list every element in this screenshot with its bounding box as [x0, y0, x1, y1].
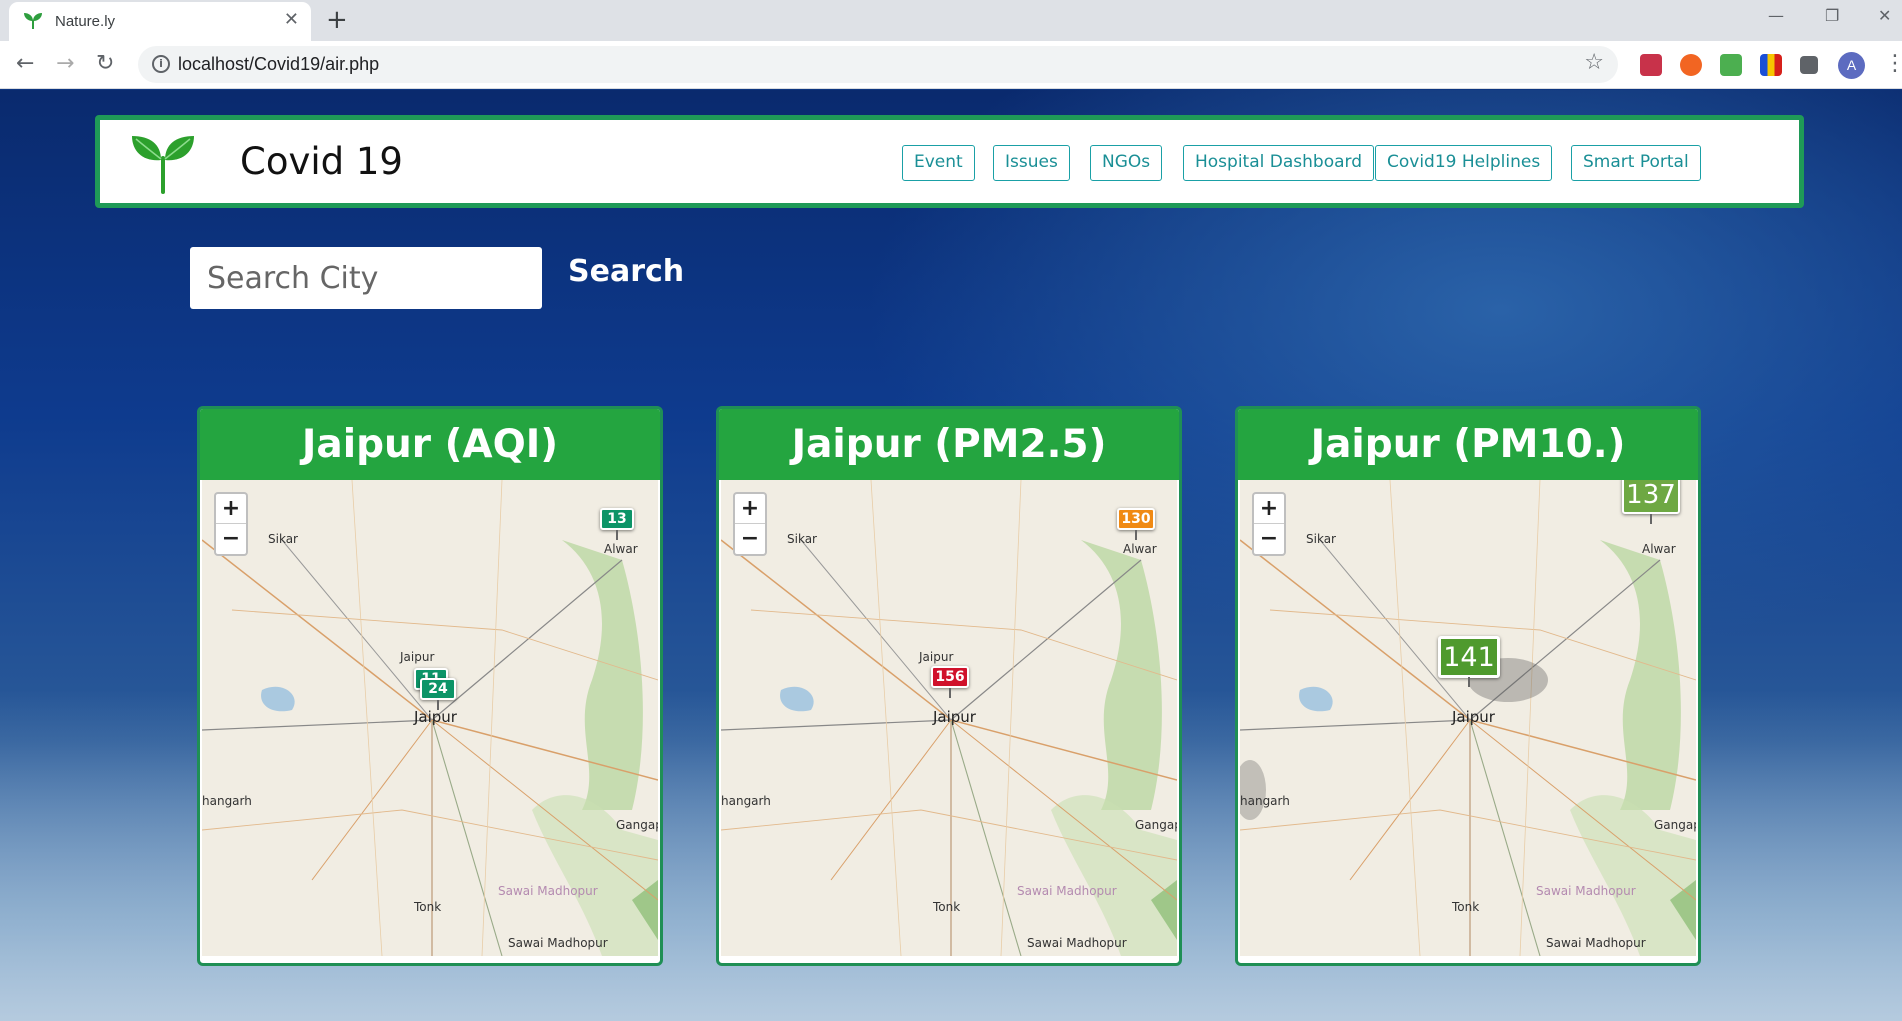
- map-view[interactable]: + − Sikar Alwar Jaipur Jaipur hangarh Ga…: [721, 480, 1177, 956]
- back-icon[interactable]: ←: [16, 49, 34, 79]
- card-title: Jaipur (PM2.5): [719, 409, 1179, 480]
- place-label: Sawai Madhopur: [1546, 936, 1646, 950]
- place-label: Sikar: [1306, 532, 1336, 546]
- reload-icon[interactable]: ↻: [96, 49, 114, 79]
- tab-title: Nature.ly: [55, 13, 116, 30]
- browser-tab[interactable]: Nature.ly ✕: [9, 2, 311, 41]
- pm25-marker[interactable]: 130: [1117, 508, 1155, 540]
- place-label: Gangap: [1654, 818, 1696, 832]
- zoom-out-button[interactable]: −: [1254, 524, 1284, 554]
- restore-icon[interactable]: ❐: [1825, 6, 1839, 25]
- map-card-aqi: Jaipur (AQI) + − Sikar Alwar Jaipur Jaip…: [197, 406, 663, 966]
- nav-link-smart-portal[interactable]: Smart Portal: [1571, 145, 1701, 181]
- extensions-puzzle-icon[interactable]: [1800, 56, 1818, 74]
- place-label: Sikar: [268, 532, 298, 546]
- place-label: Sawai Madhopur: [508, 936, 608, 950]
- place-label: Jaipur: [919, 650, 954, 664]
- search-button[interactable]: Search: [568, 254, 684, 289]
- map-view[interactable]: + − Sikar Alwar Jaipur Jaipur hangarh Ga…: [202, 480, 658, 956]
- browser-toolbar: ← → ↻ i localhost/Covid19/air.php ☆ A ⋮: [0, 41, 1902, 89]
- place-label: Sawai Madhopur: [1027, 936, 1127, 950]
- nav-link-issues[interactable]: Issues: [993, 145, 1070, 181]
- zoom-out-button[interactable]: −: [216, 524, 246, 554]
- place-label: hangarh: [721, 794, 771, 808]
- nav-link-covid19-helplines[interactable]: Covid19 Helplines: [1375, 145, 1553, 181]
- card-title: Jaipur (AQI): [200, 409, 660, 480]
- place-label: Tonk: [414, 900, 442, 914]
- extension-green-icon[interactable]: [1720, 54, 1742, 76]
- place-label: Alwar: [1642, 542, 1676, 556]
- zoom-control: + −: [214, 492, 248, 556]
- pm10-marker[interactable]: 141: [1438, 636, 1500, 687]
- aqi-marker[interactable]: 24: [420, 678, 456, 710]
- pm25-marker[interactable]: 156: [931, 666, 969, 698]
- forward-icon[interactable]: →: [56, 49, 74, 79]
- extension-flag-icon[interactable]: [1760, 54, 1782, 76]
- place-label: hangarh: [1240, 794, 1290, 808]
- map-view[interactable]: + − Sikar Alwar Jaipur hangarh Gangap Sa…: [1240, 480, 1696, 956]
- card-title: Jaipur (PM10.): [1238, 409, 1698, 480]
- aqi-marker[interactable]: 13: [600, 508, 634, 540]
- place-label: Jaipur: [1452, 708, 1495, 726]
- place-label: Gangap: [1135, 818, 1177, 832]
- nav-link-ngos[interactable]: NGOs: [1090, 145, 1163, 181]
- address-bar[interactable]: i localhost/Covid19/air.php ☆: [138, 46, 1618, 83]
- page-background: Covid 19 Event Issues NGOs Hospital Dash…: [0, 90, 1902, 1021]
- place-label: Tonk: [1452, 900, 1480, 914]
- place-label: Sawai Madhopur: [498, 884, 598, 898]
- brand-title[interactable]: Covid 19: [240, 140, 403, 183]
- zoom-out-button[interactable]: −: [735, 524, 765, 554]
- place-label: Jaipur: [414, 708, 457, 726]
- map-card-pm25: Jaipur (PM2.5) + − Sikar Alwar Jaipur Ja…: [716, 406, 1182, 966]
- place-label: Sikar: [787, 532, 817, 546]
- place-label: Alwar: [1123, 542, 1157, 556]
- place-label: Gangap: [616, 818, 658, 832]
- leaf-favicon-icon: [24, 13, 42, 29]
- close-window-icon[interactable]: ✕: [1878, 6, 1891, 25]
- nav-link-hospital-dashboard[interactable]: Hospital Dashboard: [1183, 145, 1374, 181]
- profile-avatar[interactable]: A: [1838, 52, 1865, 79]
- bookmark-star-icon[interactable]: ☆: [1584, 50, 1604, 75]
- extension-orange-icon[interactable]: [1680, 54, 1702, 76]
- place-label: Jaipur: [933, 708, 976, 726]
- place-label: Tonk: [933, 900, 961, 914]
- search-city-input[interactable]: [190, 247, 542, 309]
- place-label: Alwar: [604, 542, 638, 556]
- zoom-control: + −: [733, 492, 767, 556]
- place-label: hangarh: [202, 794, 252, 808]
- leaf-sprout-icon: [132, 136, 194, 194]
- zoom-in-button[interactable]: +: [1254, 494, 1284, 524]
- new-tab-icon[interactable]: +: [326, 5, 348, 35]
- site-info-icon[interactable]: i: [152, 55, 170, 73]
- place-label: Sawai Madhopur: [1536, 884, 1636, 898]
- nav-link-event[interactable]: Event: [902, 145, 975, 181]
- browser-menu-icon[interactable]: ⋮: [1884, 51, 1902, 77]
- place-label: Jaipur: [400, 650, 435, 664]
- pm10-marker[interactable]: 137: [1622, 480, 1680, 524]
- zoom-in-button[interactable]: +: [735, 494, 765, 524]
- browser-tab-strip: Nature.ly ✕ + — ❐ ✕: [0, 0, 1902, 41]
- extension-shield-icon[interactable]: [1640, 54, 1662, 76]
- url-text[interactable]: localhost/Covid19/air.php: [178, 54, 379, 75]
- zoom-control: + −: [1252, 492, 1286, 556]
- minimize-icon[interactable]: —: [1768, 6, 1784, 25]
- zoom-in-button[interactable]: +: [216, 494, 246, 524]
- map-card-pm10: Jaipur (PM10.) + − Sikar Alwar Jaipur ha…: [1235, 406, 1701, 966]
- site-navbar: Covid 19 Event Issues NGOs Hospital Dash…: [95, 115, 1804, 208]
- close-tab-icon[interactable]: ✕: [284, 10, 299, 30]
- place-label: Sawai Madhopur: [1017, 884, 1117, 898]
